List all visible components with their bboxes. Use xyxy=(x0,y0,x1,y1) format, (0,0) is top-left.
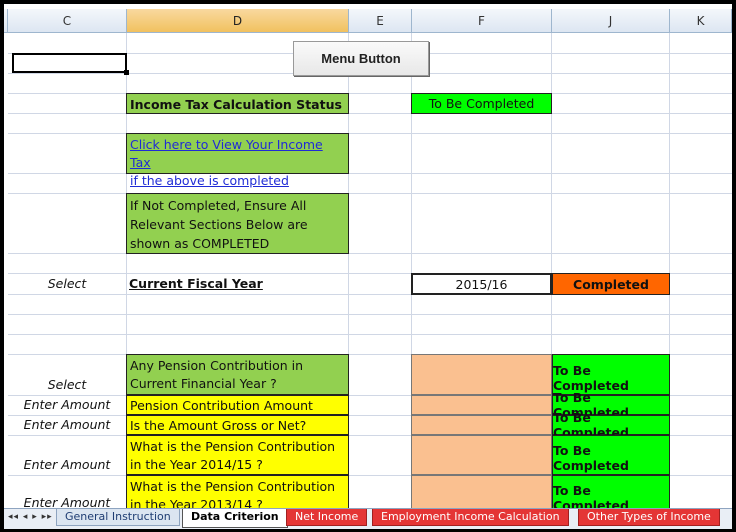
column-header-k[interactable]: K xyxy=(670,9,732,33)
gridline xyxy=(8,133,732,134)
pension-question-line1: What is the Pension Contribution xyxy=(130,439,336,454)
fiscal-status: Completed xyxy=(552,273,670,295)
tab-scroll-arrows-icon[interactable]: ◂◂ ◂ ▸ ▸▸ xyxy=(8,512,53,522)
gridline xyxy=(8,113,732,114)
pension-input[interactable] xyxy=(411,395,552,415)
active-cell-selection[interactable] xyxy=(12,53,129,75)
fiscal-action-label: Select xyxy=(47,276,87,291)
gridline xyxy=(8,253,732,254)
status-value-text: To Be Completed xyxy=(428,96,535,111)
pension-action-label: Enter Amount xyxy=(23,397,111,412)
fiscal-year-select[interactable]: 2015/16 xyxy=(411,273,552,295)
completion-notice: If Not Completed, Ensure All Relevant Se… xyxy=(126,193,349,254)
tab-employment-income-calculation[interactable]: Employment Income Calculation xyxy=(372,509,569,526)
notice-line2: Relevant Sections Below are xyxy=(130,217,308,232)
pension-status: To Be Completed xyxy=(552,435,670,475)
gridline xyxy=(8,314,732,315)
notice-line1: If Not Completed, Ensure All xyxy=(130,198,307,213)
pension-status: To Be Completed xyxy=(552,354,670,395)
tab-net-income[interactable]: Net Income xyxy=(286,509,368,526)
sheet-tab-bar: ◂◂ ◂ ▸ ▸▸ General Instruction Data Crite… xyxy=(4,508,732,529)
gridline xyxy=(8,93,732,94)
pension-input[interactable] xyxy=(411,415,552,435)
pension-action-label: Enter Amount xyxy=(23,417,111,432)
status-value: To Be Completed xyxy=(411,93,552,114)
gridline xyxy=(8,173,732,174)
pension-question-line2: Current Financial Year ? xyxy=(130,376,277,391)
pension-question: What is the Pension Contribution in the … xyxy=(126,435,349,475)
tab-general-instruction[interactable]: General Instruction xyxy=(56,509,180,526)
pension-input[interactable] xyxy=(411,354,552,395)
pension-action-label: Select xyxy=(47,377,87,392)
column-header-d[interactable]: D xyxy=(127,9,349,33)
column-header-c[interactable]: C xyxy=(8,9,127,33)
pension-question-line1: What is the Pension Contribution xyxy=(130,479,336,494)
column-header-f[interactable]: F xyxy=(412,9,552,33)
tab-data-criterion[interactable]: Data Criterion xyxy=(182,509,288,528)
pension-question: Pension Contribution Amount xyxy=(126,395,349,415)
pension-input[interactable] xyxy=(411,435,552,475)
gridline xyxy=(8,193,732,194)
column-header-j[interactable]: J xyxy=(552,9,670,33)
tab-other-types-of-income[interactable]: Other Types of Income xyxy=(578,509,720,526)
pension-question-line2: in the Year 2014/15 ? xyxy=(130,457,263,472)
notice-line3: shown as COMPLETED xyxy=(130,236,270,251)
menu-button[interactable]: Menu Button xyxy=(293,41,429,76)
gridline xyxy=(8,334,732,335)
window-frame: C D E F J K Menu Button Income Tax Calcu… xyxy=(0,0,736,532)
view-link-line1[interactable]: Click here to View Your Income Tax xyxy=(130,136,345,172)
pension-question: Is the Amount Gross or Net? xyxy=(126,415,349,435)
pension-question: Any Pension Contribution in Current Fina… xyxy=(126,354,349,395)
column-header-e[interactable]: E xyxy=(349,9,412,33)
view-income-tax-link[interactable]: Click here to View Your Income Tax if th… xyxy=(126,133,349,188)
pension-status: To Be Completed xyxy=(552,410,670,440)
status-label: Income Tax Calculation Status xyxy=(126,93,349,114)
fiscal-year-label: Current Fiscal Year xyxy=(129,276,263,291)
view-link-line2[interactable]: if the above is completed xyxy=(130,172,345,190)
pension-question-line1: Any Pension Contribution in xyxy=(130,358,304,373)
spreadsheet-grid: C D E F J K Menu Button Income Tax Calcu… xyxy=(4,4,732,528)
corner-header xyxy=(4,9,8,33)
pension-action-label: Enter Amount xyxy=(23,457,111,472)
